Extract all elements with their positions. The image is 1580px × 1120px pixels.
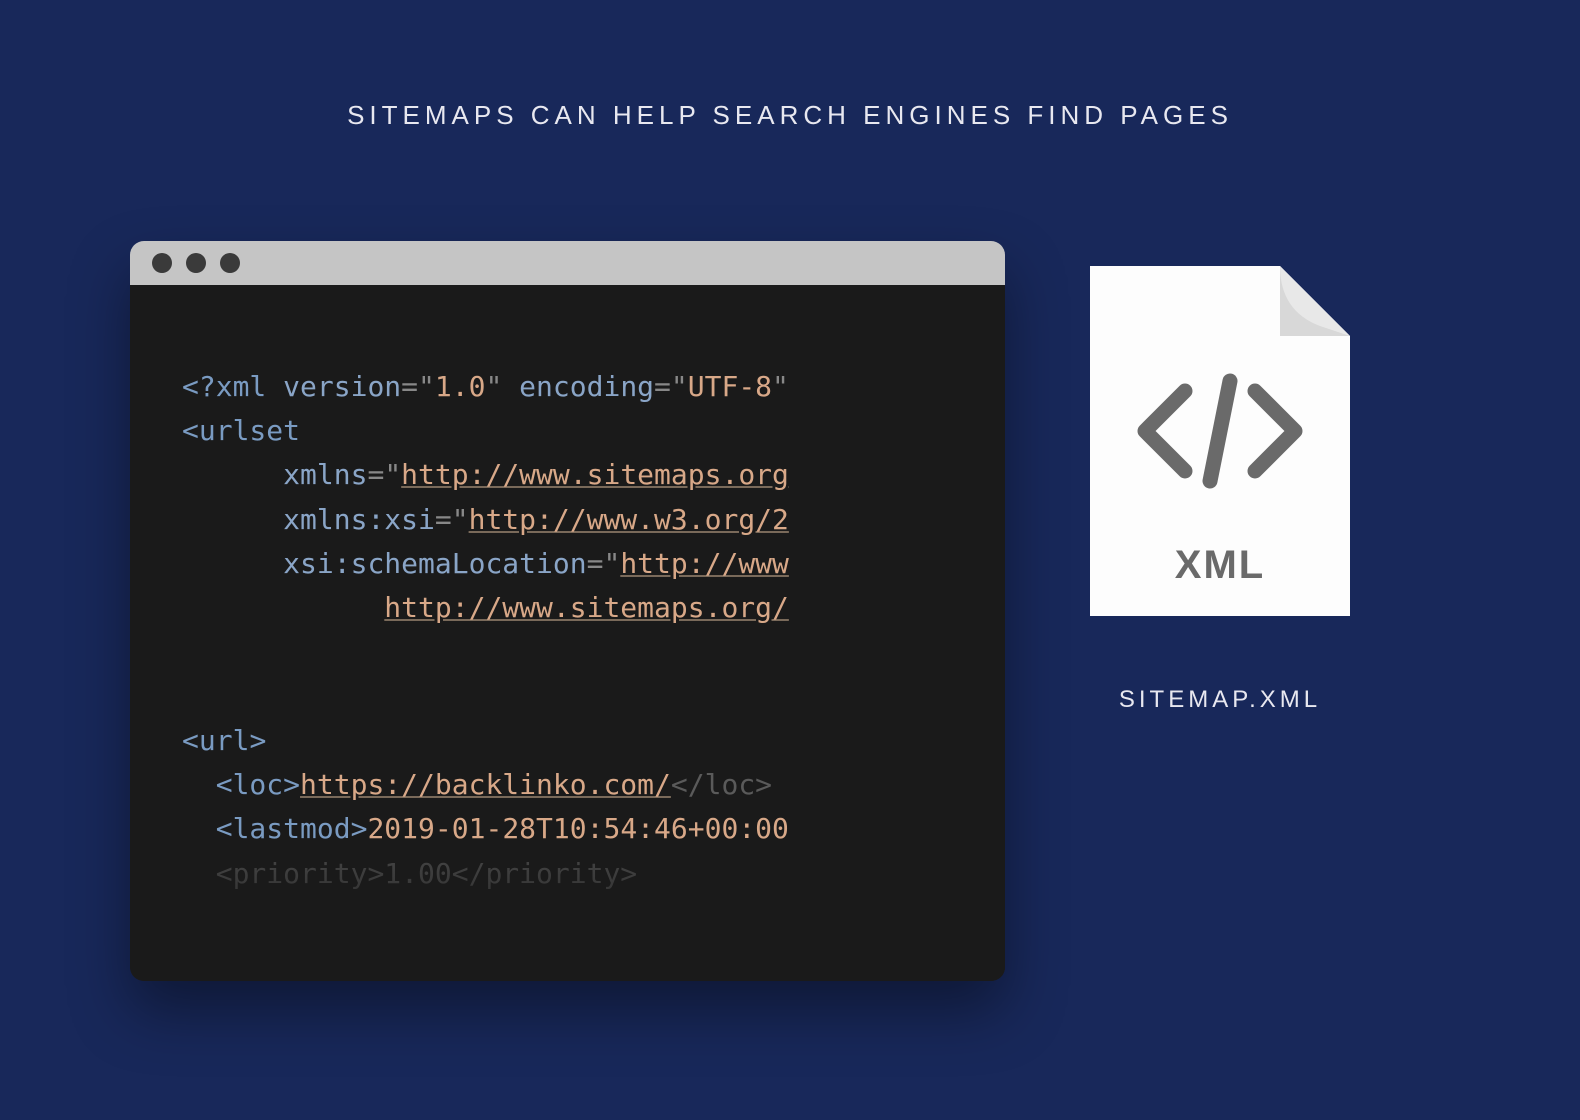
code-token: 2019-01-28T10:54:46+00:00 <box>367 812 788 845</box>
code-token: = <box>435 503 452 536</box>
traffic-light-close-icon <box>152 253 172 273</box>
file-type-label: XML <box>1080 543 1360 588</box>
code-token: version <box>266 370 401 403</box>
code-token: encoding <box>502 370 654 403</box>
code-token: " <box>485 370 502 403</box>
code-token: xmlns <box>283 458 367 491</box>
code-token: < <box>182 414 199 447</box>
code-token: < <box>216 857 233 890</box>
page-title: SITEMAPS CAN HELP SEARCH ENGINES FIND PA… <box>130 100 1450 131</box>
file-column: XML SITEMAP.XML <box>1080 241 1360 714</box>
code-token: > <box>249 724 266 757</box>
xml-file-icon: XML <box>1080 256 1360 626</box>
code-token: priority <box>233 857 368 890</box>
code-token: https://backlinko.com/ <box>300 768 671 801</box>
code-token: UTF-8 <box>688 370 772 403</box>
code-token: xsi:schemaLocation <box>283 547 586 580</box>
code-body: <?xml version="1.0" encoding="UTF-8" <ur… <box>130 285 1005 981</box>
traffic-light-zoom-icon <box>220 253 240 273</box>
code-token: = <box>367 458 384 491</box>
content-row: <?xml version="1.0" encoding="UTF-8" <ur… <box>130 241 1450 981</box>
code-window: <?xml version="1.0" encoding="UTF-8" <ur… <box>130 241 1005 981</box>
code-token: 1.00 <box>384 857 451 890</box>
code-token: > <box>367 857 384 890</box>
file-name-label: SITEMAP.XML <box>1119 686 1321 714</box>
code-token: " <box>671 370 688 403</box>
traffic-light-minimize-icon <box>186 253 206 273</box>
code-token: " <box>603 547 620 580</box>
code-token: http://www.sitemaps.org <box>401 458 789 491</box>
code-token: " <box>384 458 401 491</box>
code-bracket-icon <box>1080 371 1360 496</box>
code-token: <? <box>182 370 216 403</box>
code-token: < <box>216 768 233 801</box>
code-token: urlset <box>199 414 300 447</box>
code-token: </priority> <box>452 857 637 890</box>
code-token: xml <box>216 370 267 403</box>
code-token: lastmod <box>233 812 351 845</box>
code-token: http://www.w3.org/2 <box>469 503 789 536</box>
code-token: < <box>216 812 233 845</box>
code-token: </loc> <box>671 768 772 801</box>
code-token: > <box>283 768 300 801</box>
code-token: http://www <box>620 547 789 580</box>
code-token: = <box>654 370 671 403</box>
code-token: " <box>452 503 469 536</box>
code-token: " <box>418 370 435 403</box>
code-token: url <box>199 724 250 757</box>
window-titlebar <box>130 241 1005 285</box>
code-token: 1.0 <box>435 370 486 403</box>
code-token: = <box>587 547 604 580</box>
code-token: < <box>182 724 199 757</box>
code-token: " <box>772 370 789 403</box>
code-token: xmlns:xsi <box>283 503 435 536</box>
code-token: loc <box>233 768 284 801</box>
code-token: > <box>351 812 368 845</box>
code-token: http://www.sitemaps.org/ <box>384 591 789 624</box>
code-token: = <box>401 370 418 403</box>
